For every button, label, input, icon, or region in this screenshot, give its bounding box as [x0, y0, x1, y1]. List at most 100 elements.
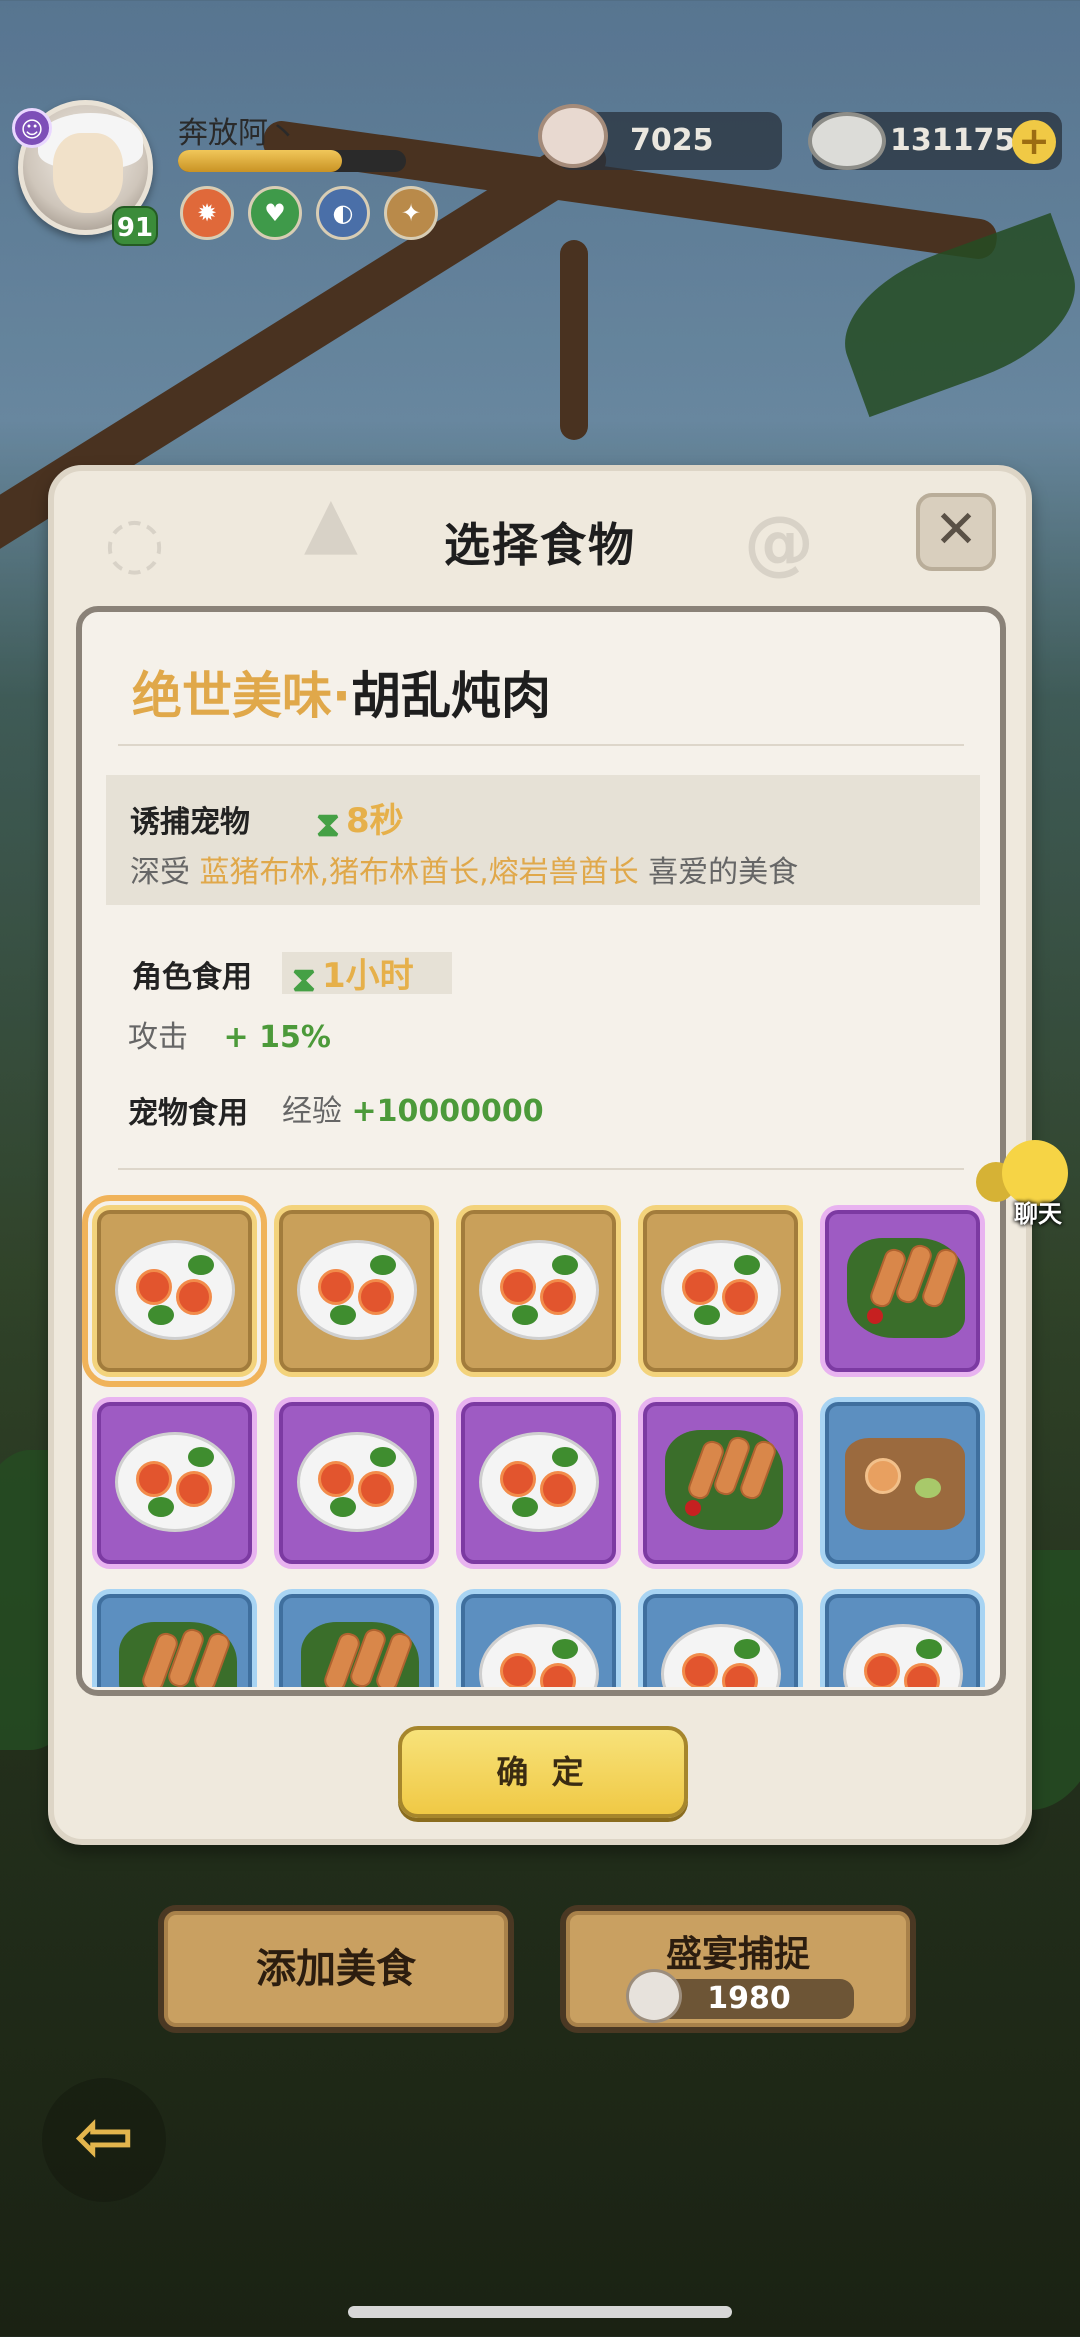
role-eat-duration: ⧗ 1小时	[292, 948, 414, 1000]
stew-plate	[115, 1432, 235, 1532]
stew-plate	[661, 1624, 781, 1687]
lure-section: 诱捕宠物 ⧗ 8秒 深受 蓝猪布林,猪布林酋长,熔岩兽酋长 喜爱的美食	[106, 775, 980, 905]
shrimp	[865, 1458, 901, 1494]
food-item-ribs[interactable]	[274, 1589, 439, 1687]
buff-row: ✹ ♥ ◐ ✦	[180, 186, 438, 240]
greens	[188, 1447, 214, 1467]
greens	[916, 1639, 942, 1659]
food-item-stew[interactable]	[638, 1589, 803, 1687]
tomato-slice	[136, 1269, 172, 1305]
greens	[330, 1305, 356, 1325]
food-grid[interactable]	[82, 1187, 1000, 1687]
food-buff-icon[interactable]: ✦	[384, 186, 438, 240]
tomato-slice	[904, 1663, 940, 1687]
chili	[685, 1500, 701, 1516]
role-eat-stat-name: 攻击	[128, 1020, 188, 1055]
back-arrow-button[interactable]: ⇦	[42, 2078, 166, 2202]
lure-label: 诱捕宠物	[130, 805, 250, 840]
tomato-slice	[500, 1461, 536, 1497]
vip-badge-icon: ☺	[12, 108, 52, 148]
lure-description: 深受 蓝猪布林,猪布林酋长,熔岩兽酋长 喜爱的美食	[130, 847, 798, 891]
xp-bar-fill	[178, 150, 343, 172]
chat-label: 聊天	[1014, 1200, 1062, 1228]
greens	[148, 1305, 174, 1325]
food-item-seafood[interactable]	[820, 1397, 985, 1569]
tomato-slice	[682, 1653, 718, 1687]
greens	[552, 1639, 578, 1659]
food-item-stew[interactable]	[638, 1205, 803, 1377]
food-item-stew[interactable]	[92, 1397, 257, 1569]
greens	[694, 1305, 720, 1325]
avatar-face	[53, 133, 123, 213]
greens	[512, 1497, 538, 1517]
stew-plate	[297, 1240, 417, 1340]
food-item-stew[interactable]	[820, 1589, 985, 1687]
dialog-title: 选择食物	[444, 518, 636, 572]
tomato-slice	[722, 1279, 758, 1315]
greens	[188, 1255, 214, 1275]
food-title-separator: ·	[332, 667, 351, 725]
chat-button[interactable]: 聊天	[976, 1140, 1068, 1228]
food-item-ribs[interactable]	[92, 1589, 257, 1687]
pearl-currency-value: 131175	[890, 123, 1016, 158]
tomato-slice	[318, 1269, 354, 1305]
tomato-slice	[358, 1279, 394, 1315]
pet-eat-stat: 经验 +10000000	[282, 1086, 544, 1130]
food-item-stew[interactable]	[456, 1205, 621, 1377]
greens	[734, 1639, 760, 1659]
food-item-ribs[interactable]	[638, 1397, 803, 1569]
hourglass-icon: ⧗	[292, 960, 316, 1000]
attack-buff-icon[interactable]: ✹	[180, 186, 234, 240]
role-eat-stat-value: + 15%	[223, 1020, 331, 1055]
stew-plate	[479, 1624, 599, 1687]
tomato-slice	[136, 1461, 172, 1497]
home-indicator[interactable]	[348, 2306, 732, 2318]
food-detail-panel: 绝世美味·胡乱炖肉 诱捕宠物 ⧗ 8秒 深受 蓝猪布林,猪布林酋长,熔岩兽酋长 喜…	[76, 606, 1006, 1696]
food-item-stew[interactable]	[274, 1397, 439, 1569]
role-eat-label: 角色食用	[132, 960, 252, 995]
tomato-slice	[540, 1663, 576, 1687]
lure-duration-value: 8秒	[346, 801, 404, 841]
shell-coin-icon	[626, 1969, 682, 2023]
greens	[552, 1447, 578, 1467]
divider	[118, 1168, 964, 1170]
chili	[867, 1308, 883, 1324]
tomato-slice	[682, 1269, 718, 1305]
greens	[330, 1497, 356, 1517]
role-eat-duration-value: 1小时	[322, 956, 414, 996]
stew-plate	[297, 1432, 417, 1532]
food-item-ribs[interactable]	[820, 1205, 985, 1377]
greens	[915, 1478, 941, 1498]
food-item-stew[interactable]	[274, 1205, 439, 1377]
lure-desc-suffix: 喜爱的美食	[648, 855, 799, 890]
player-name: 奔放阿丶	[178, 116, 298, 151]
greens	[734, 1255, 760, 1275]
tomato-slice	[864, 1653, 900, 1687]
tomato-slice	[318, 1461, 354, 1497]
ribs-dish	[301, 1622, 419, 1687]
add-currency-button[interactable]: +	[1012, 120, 1056, 164]
confirm-button[interactable]: 确 定	[398, 1726, 688, 1818]
health-buff-icon[interactable]: ♥	[248, 186, 302, 240]
xp-bar	[178, 150, 406, 172]
role-eat-stat: 攻击 + 15%	[128, 1012, 331, 1056]
food-item-stew[interactable]	[456, 1589, 621, 1687]
greens	[512, 1305, 538, 1325]
feast-capture-button[interactable]: 盛宴捕捉 1980	[560, 1905, 916, 2033]
food-name: 胡乱炖肉	[351, 667, 551, 725]
tomato-slice	[722, 1663, 758, 1687]
greens	[370, 1447, 396, 1467]
tomato-slice	[176, 1279, 212, 1315]
tomato-slice	[500, 1653, 536, 1687]
pet-eat-stat-value: +10000000	[351, 1094, 544, 1129]
add-food-button[interactable]: 添加美食	[158, 1905, 514, 2033]
food-item-stew[interactable]	[82, 1195, 267, 1387]
close-button[interactable]: ✕	[916, 493, 996, 571]
pet-eat-label: 宠物食用	[128, 1096, 248, 1131]
hourglass-icon: ⧗	[316, 805, 340, 845]
defense-buff-icon[interactable]: ◐	[316, 186, 370, 240]
stew-plate	[479, 1240, 599, 1340]
feast-capture-label: 盛宴捕捉	[665, 1934, 810, 1975]
add-food-label: 添加美食	[256, 1946, 416, 1992]
food-item-stew[interactable]	[456, 1397, 621, 1569]
